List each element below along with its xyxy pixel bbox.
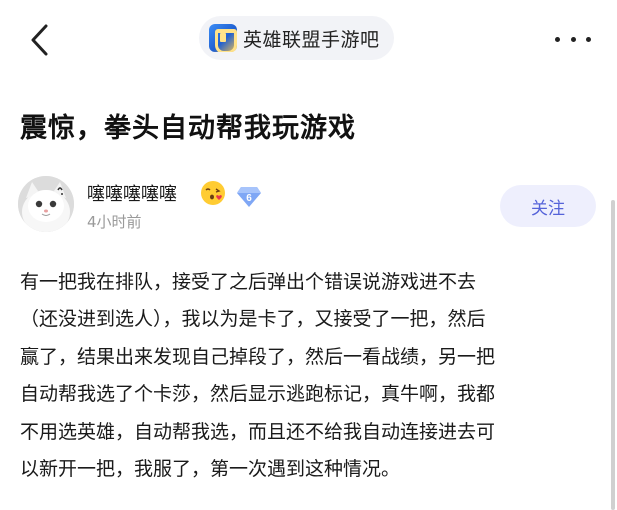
forum-link[interactable]: 英雄联盟手游吧: [199, 16, 394, 60]
post-detail-page: 英雄联盟手游吧 震惊，拳头自动帮我玩游戏 噻噻噻噻噻 6 4小时前 关注 有一把…: [0, 0, 617, 510]
level-badge-icon: 6: [237, 187, 261, 207]
body-line: 自动帮我选了个卡莎，然后显示逃跑标记，真牛啊，我都: [20, 383, 496, 406]
author-avatar[interactable]: [18, 176, 74, 232]
forum-logo-icon: [209, 24, 237, 52]
post-body: 有一把我在排队，接受了之后弹出个错误说游戏进不去 （还没进到选人），我以为是卡了…: [20, 264, 600, 488]
more-dot-icon: [555, 36, 560, 42]
forum-name: 英雄联盟手游吧: [243, 28, 380, 51]
body-line: （还没进到选人），我以为是卡了，又接受了一把，然后: [20, 308, 486, 331]
body-line: 有一把我在排队，接受了之后弹出个错误说游戏进不去: [20, 271, 477, 293]
follow-button[interactable]: 关注: [500, 185, 596, 227]
more-dot-icon: [586, 36, 591, 42]
back-button[interactable]: [24, 20, 60, 60]
chevron-left-icon: [31, 24, 48, 56]
scrollbar[interactable]: [611, 200, 615, 510]
body-line: 不用选英雄，自动帮我选，而且还不给我自动连接进去可: [20, 420, 496, 443]
more-dot-icon: [570, 36, 576, 42]
white-cat-avatar-icon: [18, 176, 74, 232]
more-options-button[interactable]: [555, 24, 591, 54]
level-number: 6: [246, 193, 252, 204]
body-line: 赢了，结果出来发现自己掉段了，然后一看战绩，另一把: [20, 345, 496, 368]
body-line: 以新开一把，我服了，第一次遇到这种情况。: [20, 457, 401, 480]
post-time: 4小时前: [87, 213, 142, 231]
blowing-kiss-emoji-icon: [201, 181, 225, 205]
post-title: 震惊，拳头自动帮我玩游戏: [20, 113, 356, 144]
author-name[interactable]: 噻噻噻噻噻: [87, 180, 177, 206]
